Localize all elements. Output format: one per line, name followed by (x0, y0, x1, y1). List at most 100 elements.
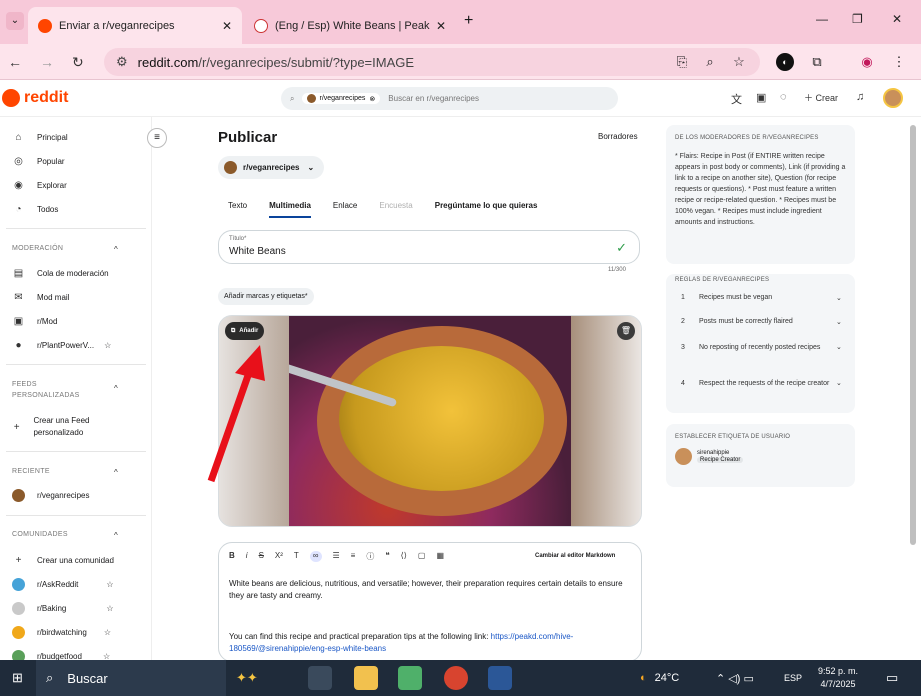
italic-icon[interactable]: i (246, 551, 248, 562)
rule-item[interactable]: 3 No reposting of recently posted recipes… (681, 342, 846, 353)
table-icon[interactable]: ▦ (436, 551, 444, 562)
reddit-logo[interactable]: reddit (2, 89, 68, 107)
store-icon[interactable] (398, 666, 422, 690)
superscript-icon[interactable]: X² (275, 551, 283, 562)
close-tab-icon[interactable]: ✕ (436, 19, 446, 33)
word-icon[interactable] (488, 666, 512, 690)
sidebar-item-askreddit[interactable]: r/AskReddit ☆ (12, 578, 114, 591)
subreddit-picker[interactable]: r/veganrecipes ⌄ (218, 156, 324, 179)
chat-icon[interactable]: ◌ (780, 91, 787, 103)
tray-icons[interactable]: ⌃ ◁) ▭ (716, 660, 754, 696)
language-indicator[interactable]: ESP (784, 660, 802, 696)
title-field[interactable]: Título* White Beans ✓ (218, 230, 640, 264)
rule-item[interactable]: 2 Posts must be correctly flaired ⌄ (681, 318, 846, 326)
maximize-button[interactable]: ❐ (852, 12, 863, 26)
bold-icon[interactable]: B (229, 551, 235, 562)
page-scrollbar[interactable] (910, 125, 916, 545)
spoiler-icon[interactable]: ⓘ (366, 551, 374, 562)
forward-icon[interactable]: → (40, 54, 54, 70)
close-window-button[interactable]: ✕ (892, 12, 902, 26)
profile-icon[interactable]: ◉ (858, 53, 876, 71)
reload-icon[interactable]: ↻ (72, 54, 84, 71)
copilot-icon[interactable]: ✦✦ (236, 660, 258, 696)
advertise-icon[interactable]: ▣ (756, 91, 766, 104)
rule-item[interactable]: 4 Respect the requests of the recipe crea… (681, 378, 846, 389)
chevron-up-icon[interactable]: ^ (114, 383, 118, 394)
minimize-button[interactable]: — (816, 12, 828, 26)
sidebar-item-plantpower[interactable]: ● r/PlantPowerV... ☆ (12, 339, 111, 352)
file-explorer-icon[interactable] (354, 666, 378, 690)
favorite-star-icon[interactable]: ☆ (104, 628, 111, 637)
favorite-star-icon[interactable]: ☆ (106, 580, 113, 589)
taskbar-search[interactable]: ⌕ Buscar (36, 660, 226, 696)
sidebar-item-principal[interactable]: ⌂ Principal (12, 131, 67, 144)
link-icon[interactable]: ∞ (309, 551, 322, 562)
trash-icon[interactable]: 🗑 (617, 322, 635, 340)
feeds-header[interactable]: FEEDS PERSONALIZADAS ^ (12, 379, 118, 401)
search-input[interactable]: ⌕ r/veganrecipes ⊗ Buscar en r/veganreci… (281, 87, 618, 110)
favorite-star-icon[interactable]: ☆ (104, 341, 111, 350)
code-icon[interactable]: ⟨⟩ (401, 551, 407, 562)
sidebar-item-birdwatching[interactable]: r/birdwatching ☆ (12, 626, 111, 639)
install-app-icon[interactable]: ⎘ (673, 53, 691, 71)
task-view-icon[interactable] (308, 666, 332, 690)
quote-icon[interactable]: ❝ (385, 551, 389, 562)
create-community-button[interactable]: + Crear una comunidad (12, 554, 114, 567)
tab-enlace[interactable]: Enlace (333, 201, 357, 218)
rule-item[interactable]: 1 Recipes must be vegan ⌄ (681, 294, 846, 302)
chrome-icon[interactable] (444, 666, 468, 690)
chip-remove-icon[interactable]: ⊗ (369, 95, 375, 103)
tab-search-button[interactable]: ⌄ (6, 12, 24, 30)
close-tab-icon[interactable]: ✕ (222, 19, 232, 33)
tab-multimedia[interactable]: Multimedia (269, 201, 311, 218)
chevron-up-icon[interactable]: ^ (114, 468, 118, 477)
tab-reddit-submit[interactable]: Enviar a r/veganrecipes ✕ (28, 7, 242, 44)
chevron-up-icon[interactable]: ^ (114, 531, 118, 540)
tab-texto[interactable]: Texto (228, 201, 247, 218)
code-block-icon[interactable]: ▢ (418, 551, 426, 562)
extensions-puzzle-icon[interactable]: ⧉ (808, 53, 826, 71)
weather-widget[interactable]: ◐ 24°C (640, 660, 679, 696)
communities-header[interactable]: COMUNIDADES ^ (12, 531, 118, 540)
strikethrough-icon[interactable]: S (259, 551, 264, 562)
zoom-icon[interactable]: ⌕ (701, 53, 719, 71)
favorite-star-icon[interactable]: ☆ (106, 604, 113, 613)
sidebar-item-rmod[interactable]: ▣ r/Mod (12, 315, 58, 328)
translate-icon[interactable]: 文 (731, 91, 742, 107)
back-icon[interactable]: ← (8, 54, 22, 70)
extension-icon[interactable]: ◐ (776, 53, 794, 71)
create-button[interactable]: ＋ Crear (804, 91, 838, 104)
add-flair-button[interactable]: Añadir marcas y etiquetas* (218, 288, 314, 305)
user-avatar[interactable] (883, 88, 903, 108)
chevron-up-icon[interactable]: ^ (114, 245, 118, 254)
sidebar-item-popular[interactable]: ◎ Popular (12, 155, 64, 168)
url-field[interactable]: ⚙ reddit.com /r/veganrecipes/submit/?typ… (104, 48, 760, 76)
sidebar-item-baking[interactable]: r/Baking ☆ (12, 602, 114, 615)
search-subreddit-chip[interactable]: r/veganrecipes ⊗ (302, 93, 381, 104)
tab-peakd[interactable]: (Eng / Esp) White Beans | PeakD ✕ (244, 7, 456, 44)
bookmark-star-icon[interactable]: ☆ (730, 53, 748, 71)
numbered-list-icon[interactable]: ≡ (351, 551, 356, 562)
notifications-icon[interactable]: ▭ (886, 660, 898, 696)
sidebar-item-explorar[interactable]: ◉ Explorar (12, 179, 67, 192)
sidebar-item-todos[interactable]: ◔ Todos (12, 203, 58, 216)
sidebar-item-veganrecipes[interactable]: r/veganrecipes (12, 489, 89, 502)
clock[interactable]: 9:52 p. m. 4/7/2025 (818, 660, 858, 696)
recent-header[interactable]: RECIENTE ^ (12, 468, 118, 477)
bullet-list-icon[interactable]: ☰ (333, 551, 340, 562)
new-tab-button[interactable]: + (464, 12, 473, 30)
title-value[interactable]: White Beans (229, 246, 286, 257)
sidebar-item-budgetfood[interactable]: r/budgetfood ☆ (12, 650, 110, 660)
body-editor[interactable]: B i S X² T ∞ ☰ ≡ ⓘ ❝ ⟨⟩ ▢ ▦ Cambiar al e… (218, 542, 642, 662)
tab-ama[interactable]: Pregúntame lo que quieras (435, 201, 538, 218)
heading-icon[interactable]: T (294, 551, 299, 562)
notifications-icon[interactable]: ♫ (856, 91, 864, 103)
drafts-button[interactable]: Borradores (598, 132, 638, 141)
sidebar-item-modmail[interactable]: ✉ Mod mail (12, 291, 69, 304)
moderation-header[interactable]: MODERACIÓN ^ (12, 245, 118, 254)
collapse-sidebar-button[interactable]: ≡ (147, 128, 167, 148)
site-info-icon[interactable]: ⚙ (116, 54, 128, 70)
browser-menu-icon[interactable]: ⋮ (890, 53, 908, 71)
add-media-button[interactable]: ⧉ Añadir (225, 322, 265, 340)
favorite-star-icon[interactable]: ☆ (103, 652, 110, 660)
